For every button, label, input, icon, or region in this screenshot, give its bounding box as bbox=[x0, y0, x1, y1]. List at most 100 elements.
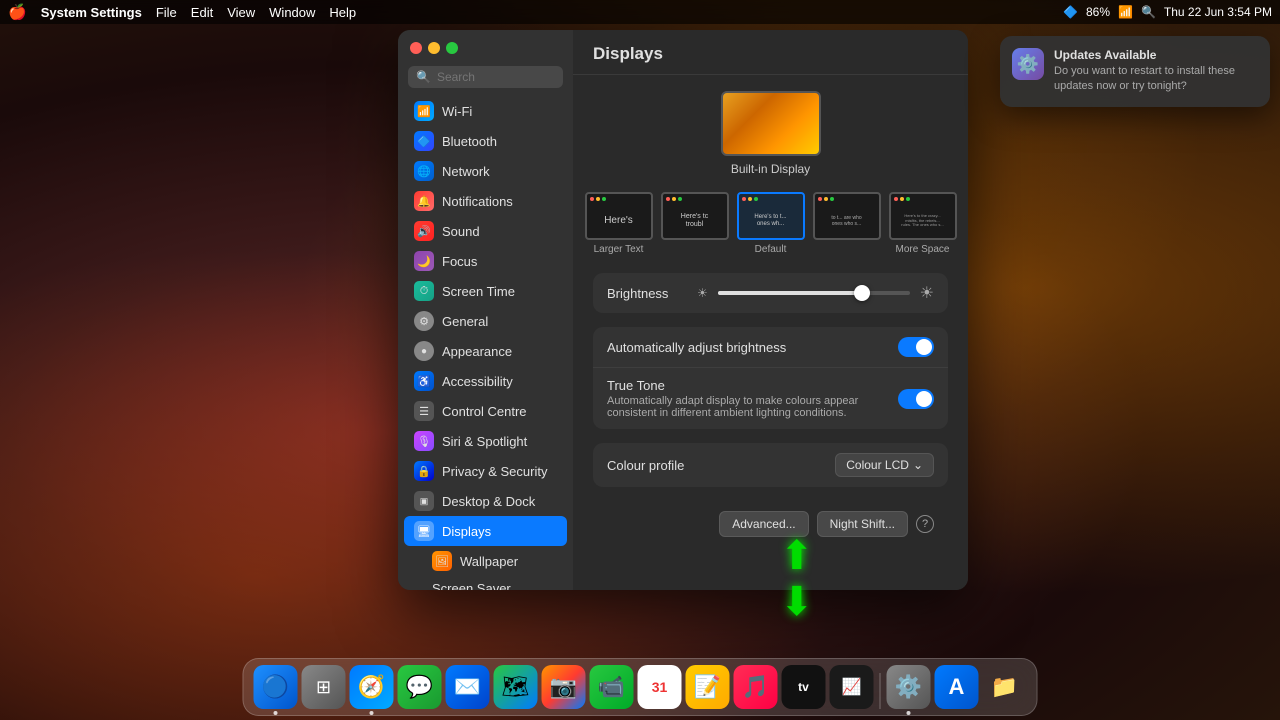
menubar-bluetooth-icon[interactable]: 🔷 bbox=[1063, 5, 1078, 19]
dock-item-appstore[interactable]: A bbox=[935, 665, 979, 709]
sidebar-label-desktopanddock: Desktop & Dock bbox=[442, 494, 535, 509]
nightshift-button[interactable]: Night Shift... bbox=[817, 511, 908, 537]
dock-item-files[interactable]: 📁 bbox=[983, 665, 1027, 709]
notification-popup: ⚙️ Updates Available Do you want to rest… bbox=[1000, 36, 1270, 107]
sidebar-item-network[interactable]: 🌐 Network bbox=[404, 156, 567, 186]
sidebar-item-general[interactable]: ⚙ General bbox=[404, 306, 567, 336]
sidebar-item-bluetooth[interactable]: 🔷 Bluetooth bbox=[404, 126, 567, 156]
display-option-default[interactable]: Here's to t...ones wh... Default bbox=[737, 192, 805, 255]
menubar-view[interactable]: View bbox=[227, 5, 255, 20]
dot-green bbox=[602, 197, 606, 201]
dock-dot-safari bbox=[370, 711, 374, 715]
sidebar-label-displays: Displays bbox=[442, 524, 491, 539]
sidebar-item-displays[interactable]: 🖥 Displays bbox=[404, 516, 567, 546]
menubar-search-icon[interactable]: 🔍 bbox=[1141, 5, 1156, 19]
dock-item-mail[interactable]: ✉️ bbox=[446, 665, 490, 709]
sidebar-item-notifications[interactable]: 🔔 Notifications bbox=[404, 186, 567, 216]
display-preview: Built-in Display bbox=[593, 91, 948, 176]
dock-item-safari[interactable]: 🧭 bbox=[350, 665, 394, 709]
menubar-app-name[interactable]: System Settings bbox=[41, 5, 142, 20]
close-button[interactable] bbox=[410, 42, 422, 54]
bottom-buttons: Advanced... Night Shift... ? bbox=[593, 501, 948, 547]
dock-item-finder[interactable]: 🔵 bbox=[254, 665, 298, 709]
traffic-lights bbox=[410, 42, 458, 54]
display-option-larger[interactable]: Here's Larger Text bbox=[585, 192, 653, 255]
dot-yellow-def bbox=[748, 197, 752, 201]
display-option-medium2[interactable]: to t... are whoones who s... bbox=[813, 192, 881, 255]
apple-menu[interactable]: 🍎 bbox=[8, 3, 27, 21]
sidebar-label-focus: Focus bbox=[442, 254, 477, 269]
sidebar-label-sound: Sound bbox=[442, 224, 480, 239]
auto-brightness-row: Automatically adjust brightness bbox=[593, 327, 948, 368]
dock-item-notes[interactable]: 📝 bbox=[686, 665, 730, 709]
menubar-help[interactable]: Help bbox=[329, 5, 356, 20]
fullscreen-button[interactable] bbox=[446, 42, 458, 54]
menubar-wifi-icon[interactable]: 📶 bbox=[1118, 5, 1133, 19]
thumb-dots bbox=[590, 197, 606, 201]
sidebar-item-screentime[interactable]: ⏱ Screen Time bbox=[404, 276, 567, 306]
sidebar-item-privacy[interactable]: 🔒 Privacy & Security bbox=[404, 456, 567, 486]
dock-item-launchpad[interactable]: ⊞ bbox=[302, 665, 346, 709]
sidebar-label-siri: Siri & Spotlight bbox=[442, 434, 527, 449]
sidebar-item-controlcentre[interactable]: ☰ Control Centre bbox=[404, 396, 567, 426]
menubar-edit[interactable]: Edit bbox=[191, 5, 213, 20]
thumb-dots-def bbox=[742, 197, 758, 201]
sidebar-item-sound[interactable]: 🔊 Sound bbox=[404, 216, 567, 246]
sidebar-item-desktopanddock[interactable]: ▣ Desktop & Dock bbox=[404, 486, 567, 516]
thumb-text-m2: to t... are whoones who s... bbox=[829, 203, 863, 229]
truetone-toggle[interactable] bbox=[898, 389, 934, 409]
dock-dot-finder bbox=[274, 711, 278, 715]
dock-item-calendar[interactable]: 31 bbox=[638, 665, 682, 709]
menubar-window[interactable]: Window bbox=[269, 5, 315, 20]
colour-profile-select[interactable]: Colour LCD ⌄ bbox=[835, 453, 934, 477]
sidebar-search-container[interactable]: 🔍 bbox=[408, 66, 563, 88]
thumb-dots-ms bbox=[894, 197, 910, 201]
dock-item-photos[interactable]: 📷 bbox=[542, 665, 586, 709]
displays-icon: 🖥 bbox=[414, 521, 434, 541]
thumb-dots-m1 bbox=[666, 197, 682, 201]
menubar-battery: 86% bbox=[1086, 5, 1110, 19]
dot-yellow-m1 bbox=[672, 197, 676, 201]
auto-brightness-toggle[interactable] bbox=[898, 337, 934, 357]
dot-red bbox=[590, 197, 594, 201]
sidebar-item-siri[interactable]: 🎙 Siri & Spotlight bbox=[404, 426, 567, 456]
help-button[interactable]: ? bbox=[916, 515, 934, 533]
dock-item-systemsettings[interactable]: ⚙️ bbox=[887, 665, 931, 709]
display-thumb-larger: Here's bbox=[585, 192, 653, 240]
thumb-dots-m2 bbox=[818, 197, 834, 201]
brightness-slider[interactable] bbox=[718, 291, 910, 295]
minimize-button[interactable] bbox=[428, 42, 440, 54]
sidebar-label-controlcentre: Control Centre bbox=[442, 404, 527, 419]
search-input[interactable] bbox=[437, 70, 555, 84]
dock-item-appletv[interactable]: tv bbox=[782, 665, 826, 709]
brightness-section: Brightness ☀ ☀ bbox=[593, 273, 948, 313]
display-option-medium1[interactable]: Here's tctroubl bbox=[661, 192, 729, 255]
settings-window: 🔍 📶 Wi-Fi 🔷 Bluetooth 🌐 Network 🔔 Notifi… bbox=[398, 30, 968, 590]
page-title: Displays bbox=[573, 30, 968, 75]
privacy-icon: 🔒 bbox=[414, 461, 434, 481]
brightness-low-icon: ☀ bbox=[697, 286, 708, 300]
sidebar-item-wifi[interactable]: 📶 Wi-Fi bbox=[404, 96, 567, 126]
truetone-desc: Automatically adapt display to make colo… bbox=[607, 395, 888, 419]
display-thumb-default: Here's to t...ones wh... bbox=[737, 192, 805, 240]
network-icon: 🌐 bbox=[414, 161, 434, 181]
sidebar-label-appearance: Appearance bbox=[442, 344, 512, 359]
dot-green-ms bbox=[906, 197, 910, 201]
dock-item-music[interactable]: 🎵 bbox=[734, 665, 778, 709]
sidebar-item-screensaver[interactable]: Screen Saver bbox=[404, 576, 567, 590]
sidebar-item-accessibility[interactable]: ♿ Accessibility bbox=[404, 366, 567, 396]
display-option-morespace[interactable]: Here's to the crazy...misfits, the rebel… bbox=[889, 192, 957, 255]
dock-item-stocks[interactable]: 📈 bbox=[830, 665, 874, 709]
sidebar-item-focus[interactable]: 🌙 Focus bbox=[404, 246, 567, 276]
brightness-high-icon: ☀ bbox=[920, 283, 934, 303]
sidebar-item-wallpaper[interactable]: 🖼 Wallpaper bbox=[404, 546, 567, 576]
display-thumb-morespace: Here's to the crazy...misfits, the rebel… bbox=[889, 192, 957, 240]
menubar-file[interactable]: File bbox=[156, 5, 177, 20]
sidebar-item-appearance[interactable]: ● Appearance bbox=[404, 336, 567, 366]
display-label: Built-in Display bbox=[731, 162, 810, 176]
sidebar-label-wifi: Wi-Fi bbox=[442, 104, 472, 119]
dock-item-maps[interactable]: 🗺 bbox=[494, 665, 538, 709]
dock-item-messages[interactable]: 💬 bbox=[398, 665, 442, 709]
dock-item-facetime[interactable]: 📹 bbox=[590, 665, 634, 709]
auto-brightness-label: Automatically adjust brightness bbox=[607, 340, 898, 355]
